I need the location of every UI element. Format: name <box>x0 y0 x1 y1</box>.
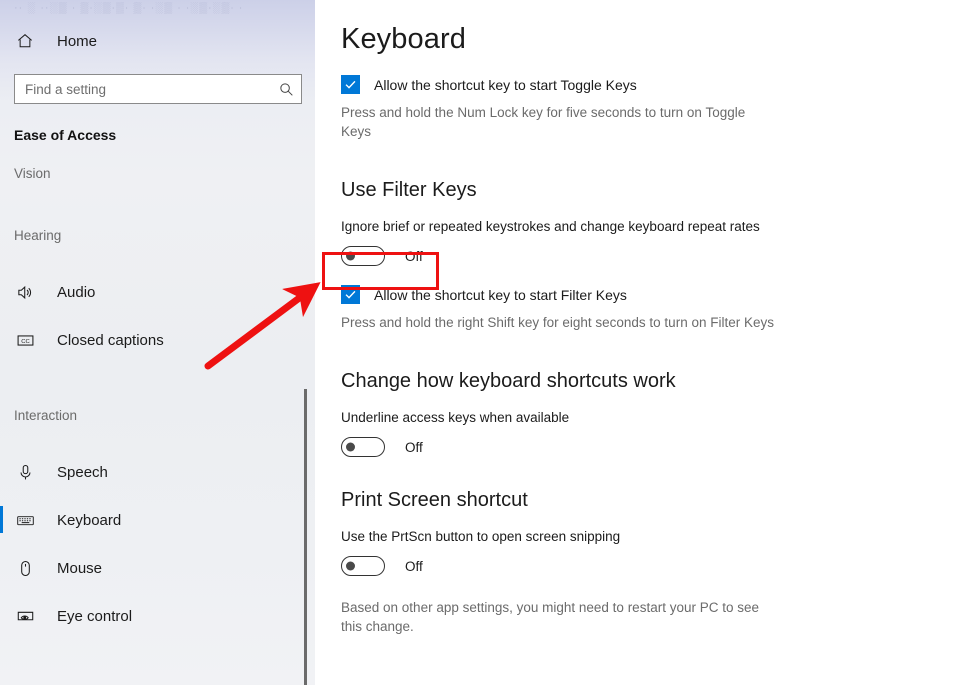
toggle-knob <box>346 562 355 571</box>
sidebar-scrollbar[interactable] <box>301 389 315 685</box>
underline-access-keys-toggle-row[interactable]: Off <box>341 437 979 457</box>
shortcuts-description: Underline access keys when available <box>341 410 979 425</box>
print-screen-section-title: Print Screen shortcut <box>341 457 979 512</box>
sidebar-item-closed-captions[interactable]: CC Closed captions <box>0 316 315 364</box>
checkbox-checked-icon[interactable] <box>341 75 360 94</box>
filter-keys-description: Ignore brief or repeated keystrokes and … <box>341 219 979 234</box>
sidebar-item-audio[interactable]: Audio <box>0 268 315 316</box>
svg-text:CC: CC <box>21 339 30 345</box>
sidebar-item-label: Closed captions <box>57 332 164 349</box>
print-screen-toggle[interactable] <box>341 556 385 576</box>
print-screen-toggle-state: Off <box>405 559 423 574</box>
underline-access-keys-toggle[interactable] <box>341 437 385 457</box>
toggle-knob <box>346 443 355 452</box>
filter-keys-toggle-state: Off <box>405 249 423 264</box>
settings-window: ·∙ ░ ∙·░▒ ∙ ▒∙░▒∙▒∙ ▒∙ ∙░▒ ∙ ∙░▒∙░▒∙ ∙ H… <box>0 0 979 685</box>
eye-control-icon <box>14 605 36 627</box>
sidebar-group-interaction: Interaction <box>0 406 315 426</box>
mouse-icon <box>14 557 36 579</box>
sidebar-item-label: Eye control <box>57 608 132 625</box>
speaker-icon <box>14 281 36 303</box>
toggle-keys-shortcut-label: Allow the shortcut key to start Toggle K… <box>374 77 637 93</box>
sidebar-group-vision: Vision <box>0 164 315 184</box>
sidebar-scrollbar-thumb[interactable] <box>304 389 307 685</box>
sidebar-item-speech[interactable]: Speech <box>0 448 315 496</box>
filter-keys-help-text: Press and hold the right Shift key for e… <box>341 313 811 332</box>
sidebar-item-label: Speech <box>57 464 108 481</box>
page-title: Keyboard <box>341 0 979 56</box>
toggle-keys-shortcut-checkbox-row[interactable]: Allow the shortcut key to start Toggle K… <box>341 75 979 94</box>
sidebar-nav: Ease of Access Vision Hearing Audio <box>0 124 315 640</box>
sidebar-item-label: Mouse <box>57 560 102 577</box>
home-icon <box>14 30 36 52</box>
microphone-icon <box>14 461 36 483</box>
checkbox-checked-icon[interactable] <box>341 285 360 304</box>
home-nav-item[interactable]: Home <box>14 28 97 54</box>
sidebar-item-keyboard[interactable]: Keyboard <box>0 496 315 544</box>
toggle-knob <box>346 252 355 261</box>
search-box[interactable] <box>14 74 302 104</box>
keyboard-icon <box>14 509 36 531</box>
sidebar: ·∙ ░ ∙·░▒ ∙ ▒∙░▒∙▒∙ ▒∙ ∙░▒ ∙ ∙░▒∙░▒∙ ∙ H… <box>0 0 315 685</box>
search-icon[interactable] <box>271 75 301 103</box>
sidebar-item-label: Keyboard <box>57 512 121 529</box>
filter-keys-section-title: Use Filter Keys <box>341 141 979 202</box>
watermark-text: ·∙ ░ ∙·░▒ ∙ ▒∙░▒∙▒∙ ▒∙ ∙░▒ ∙ ∙░▒∙░▒∙ ∙ <box>14 2 304 14</box>
print-screen-help-text: Based on other app settings, you might n… <box>341 598 776 636</box>
print-screen-description: Use the PrtScn button to open screen sni… <box>341 529 979 544</box>
sidebar-item-mouse[interactable]: Mouse <box>0 544 315 592</box>
filter-keys-shortcut-label: Allow the shortcut key to start Filter K… <box>374 287 627 303</box>
sidebar-section-heading: Ease of Access <box>0 124 315 146</box>
main-content: Keyboard Allow the shortcut key to start… <box>315 0 979 685</box>
search-input[interactable] <box>15 75 271 103</box>
home-label: Home <box>57 33 97 50</box>
shortcuts-section-title: Change how keyboard shortcuts work <box>341 332 979 393</box>
sidebar-item-eye-control[interactable]: Eye control <box>0 592 315 640</box>
filter-keys-toggle-row[interactable]: Off <box>341 246 979 266</box>
print-screen-toggle-row[interactable]: Off <box>341 556 979 576</box>
filter-keys-toggle[interactable] <box>341 246 385 266</box>
sidebar-item-label: Audio <box>57 284 95 301</box>
sidebar-group-hearing: Hearing <box>0 226 315 246</box>
toggle-keys-help-text: Press and hold the Num Lock key for five… <box>341 103 766 141</box>
filter-keys-shortcut-checkbox-row[interactable]: Allow the shortcut key to start Filter K… <box>341 285 979 304</box>
underline-access-keys-toggle-state: Off <box>405 440 423 455</box>
closed-caption-icon: CC <box>14 329 36 351</box>
